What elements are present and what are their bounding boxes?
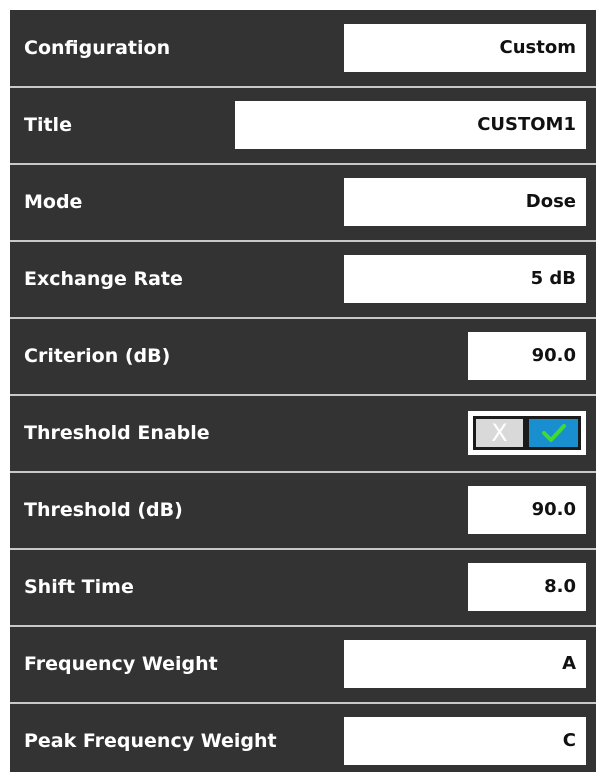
title-row: Title CUSTOM1 — [10, 87, 596, 164]
mode-field[interactable]: Dose — [344, 178, 586, 226]
toggle-track: X — [473, 416, 581, 450]
checkmark-icon — [542, 424, 566, 442]
toggle-on-segment[interactable] — [529, 419, 578, 447]
configuration-field[interactable]: Custom — [344, 24, 586, 72]
criterion-field[interactable]: 90.0 — [468, 332, 586, 380]
peak-frequency-weight-row: Peak Frequency Weight C — [10, 703, 596, 780]
threshold-enable-toggle[interactable]: X — [468, 411, 586, 455]
peak-frequency-weight-label: Peak Frequency Weight — [24, 730, 277, 752]
criterion-row: Criterion (dB) 90.0 — [10, 318, 596, 395]
frequency-weight-row: Frequency Weight A — [10, 626, 596, 703]
criterion-label: Criterion (dB) — [24, 345, 171, 367]
threshold-enable-row: Threshold Enable X — [10, 395, 596, 472]
title-field[interactable]: CUSTOM1 — [235, 101, 586, 149]
mode-row: Mode Dose — [10, 164, 596, 241]
threshold-row: Threshold (dB) 90.0 — [10, 472, 596, 549]
shift-time-label: Shift Time — [24, 576, 134, 598]
threshold-field[interactable]: 90.0 — [468, 486, 586, 534]
exchange-rate-field[interactable]: 5 dB — [344, 255, 586, 303]
threshold-label: Threshold (dB) — [24, 499, 183, 521]
frequency-weight-label: Frequency Weight — [24, 653, 218, 675]
exchange-rate-row: Exchange Rate 5 dB — [10, 241, 596, 318]
exchange-rate-label: Exchange Rate — [24, 268, 183, 290]
shift-time-field[interactable]: 8.0 — [468, 563, 586, 611]
frequency-weight-field[interactable]: A — [344, 640, 586, 688]
threshold-enable-label: Threshold Enable — [24, 422, 210, 444]
shift-time-row: Shift Time 8.0 — [10, 549, 596, 626]
toggle-off-segment[interactable]: X — [476, 419, 523, 447]
x-icon: X — [491, 419, 508, 447]
configuration-label: Configuration — [24, 37, 171, 59]
peak-frequency-weight-field[interactable]: C — [344, 717, 586, 765]
title-label: Title — [24, 114, 72, 136]
mode-label: Mode — [24, 191, 83, 213]
configuration-row: Configuration Custom — [10, 10, 596, 87]
settings-panel: Configuration Custom Title CUSTOM1 Mode … — [10, 10, 596, 772]
